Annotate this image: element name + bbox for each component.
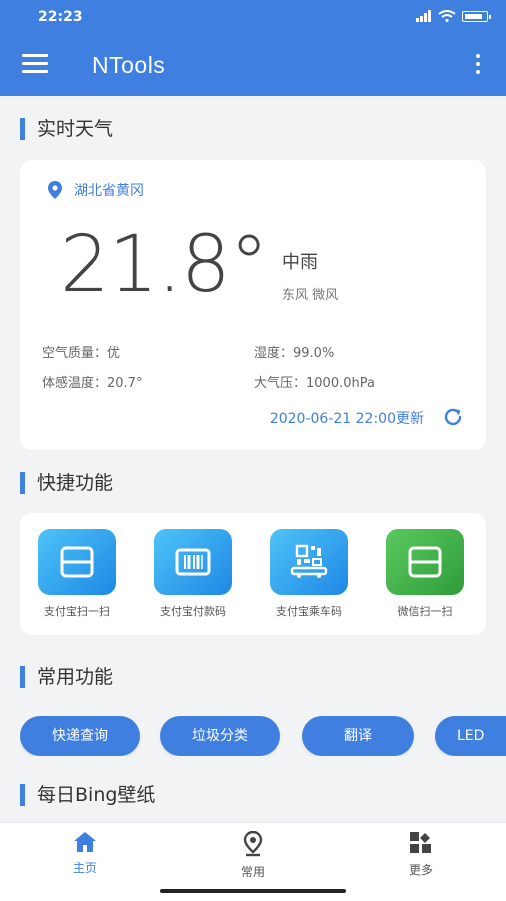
refresh-icon[interactable]	[442, 406, 464, 428]
status-bar: 22:23	[0, 0, 506, 34]
nav-label: 更多	[408, 863, 433, 877]
pressure: 大气压：1000.0hPa	[254, 376, 375, 391]
nav-common[interactable]: 常用	[208, 830, 298, 880]
temperature-value: 21.8°	[60, 220, 269, 310]
app-bar: NTools	[0, 34, 506, 96]
weather-condition: 中雨	[282, 252, 318, 273]
wind-info: 东风 微风	[282, 288, 339, 303]
quick-alipay-paycode[interactable]: 支付宝付款码	[138, 529, 248, 619]
chip-garbage-sort[interactable]: 垃圾分类	[160, 716, 280, 756]
chip-express-query[interactable]: 快递查询	[20, 716, 140, 756]
bottom-navigation: 主页 常用 更多	[0, 822, 506, 901]
nav-label: 常用	[240, 865, 265, 879]
quick-functions-card: 支付宝扫一扫 支付宝付款码 支付宝乘车码 微信扫一扫	[20, 513, 486, 635]
location-label: 湖北省黄冈	[74, 183, 144, 199]
quick-alipay-scan[interactable]: 支付宝扫一扫	[22, 529, 132, 619]
nav-home[interactable]: 主页	[40, 831, 130, 876]
scan-icon	[386, 529, 464, 595]
location-pin-icon	[48, 181, 62, 199]
quick-label: 支付宝付款码	[160, 605, 226, 618]
humidity: 湿度：99.0%	[254, 346, 335, 361]
battery-icon	[462, 10, 491, 22]
quick-label: 支付宝乘车码	[276, 605, 342, 618]
status-time: 22:23	[38, 9, 83, 25]
quick-alipay-buscode[interactable]: 支付宝乘车码	[254, 529, 364, 619]
barcode-icon	[154, 529, 232, 595]
nav-more[interactable]: 更多	[376, 831, 466, 878]
chip-led[interactable]: LED	[435, 716, 506, 756]
section-title-bing: 每日Bing壁纸	[20, 784, 155, 806]
system-icons	[416, 10, 491, 22]
air-quality: 空气质量：优	[42, 346, 121, 361]
scan-icon	[38, 529, 116, 595]
apps-icon	[410, 832, 431, 853]
section-title-weather: 实时天气	[20, 118, 113, 140]
bus-code-icon	[270, 529, 348, 595]
nav-label: 主页	[72, 861, 97, 875]
chip-translate[interactable]: 翻译	[302, 716, 414, 756]
quick-wechat-scan[interactable]: 微信扫一扫	[370, 529, 480, 619]
common-functions-list: 快递查询 垃圾分类 翻译 LED	[20, 716, 506, 756]
signal-icon	[416, 10, 432, 22]
quick-label: 微信扫一扫	[397, 605, 453, 618]
menu-icon[interactable]	[22, 54, 48, 76]
section-title-common: 常用功能	[20, 666, 113, 688]
app-title: NTools	[92, 52, 166, 78]
quick-label: 支付宝扫一扫	[44, 605, 110, 618]
section-title-quick: 快捷功能	[20, 472, 113, 494]
home-icon	[74, 832, 96, 852]
feels-like: 体感温度：20.7°	[42, 376, 143, 391]
weather-card: 湖北省黄冈 21.8° 中雨 东风 微风 空气质量：优 湿度：99.0% 体感温…	[20, 160, 486, 450]
weather-location[interactable]: 湖北省黄冈	[48, 180, 144, 200]
wifi-icon	[438, 10, 456, 22]
update-time: 2020-06-21 22:00更新	[269, 411, 424, 427]
home-indicator	[160, 889, 346, 893]
location-icon	[243, 830, 263, 857]
more-options-icon[interactable]	[474, 54, 482, 76]
